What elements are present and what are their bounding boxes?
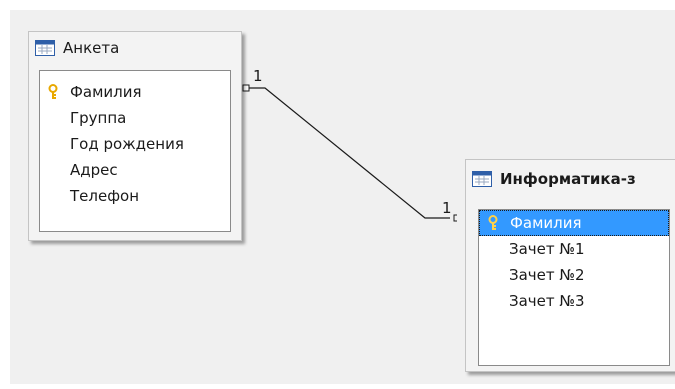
field-item[interactable]: Фамилия — [40, 79, 230, 105]
field-item[interactable]: Телефон — [40, 183, 230, 209]
field-label: Год рождения — [70, 135, 184, 153]
field-item[interactable]: Год рождения — [40, 131, 230, 157]
field-item[interactable]: Зачет №2 — [479, 262, 669, 288]
field-label: Адрес — [70, 161, 118, 179]
table-anketa[interactable]: Анкета Фамилия Группа Год рождения Адрес… — [28, 31, 242, 241]
field-list[interactable]: Фамилия Зачет №1 Зачет №2 Зачет №3 — [478, 209, 670, 366]
field-label: Фамилия — [510, 214, 582, 232]
table-title: Анкета — [63, 39, 120, 57]
table-icon — [472, 171, 492, 187]
field-item[interactable]: Группа — [40, 105, 230, 131]
field-label: Группа — [70, 109, 127, 127]
field-list[interactable]: Фамилия Группа Год рождения Адрес Телефо… — [39, 70, 231, 232]
table-header[interactable]: Информатика-з — [466, 160, 675, 198]
field-item[interactable]: Адрес — [40, 157, 230, 183]
cardinality-label-from: 1 — [253, 67, 263, 85]
field-item[interactable]: Зачет №3 — [479, 288, 669, 314]
cardinality-label-to: 1 — [442, 199, 452, 217]
table-icon — [35, 40, 55, 56]
field-label: Телефон — [70, 187, 140, 205]
field-item[interactable]: Зачет №1 — [479, 236, 669, 262]
key-icon — [48, 84, 58, 99]
field-label: Зачет №1 — [509, 240, 585, 258]
table-header[interactable]: Анкета — [29, 32, 241, 64]
field-label: Фамилия — [70, 83, 142, 101]
table-informatika[interactable]: Информатика-з Фамилия Зачет №1 Зачет №2 … — [465, 159, 675, 372]
key-icon — [488, 215, 498, 230]
table-title: Информатика-з — [500, 170, 636, 188]
relationship-canvas: 1 1 Анкета Фамилия Группа Год рождения А… — [10, 10, 675, 384]
field-label: Зачет №2 — [509, 266, 585, 284]
field-item-selected[interactable]: Фамилия — [479, 210, 669, 236]
field-label: Зачет №3 — [509, 292, 585, 310]
